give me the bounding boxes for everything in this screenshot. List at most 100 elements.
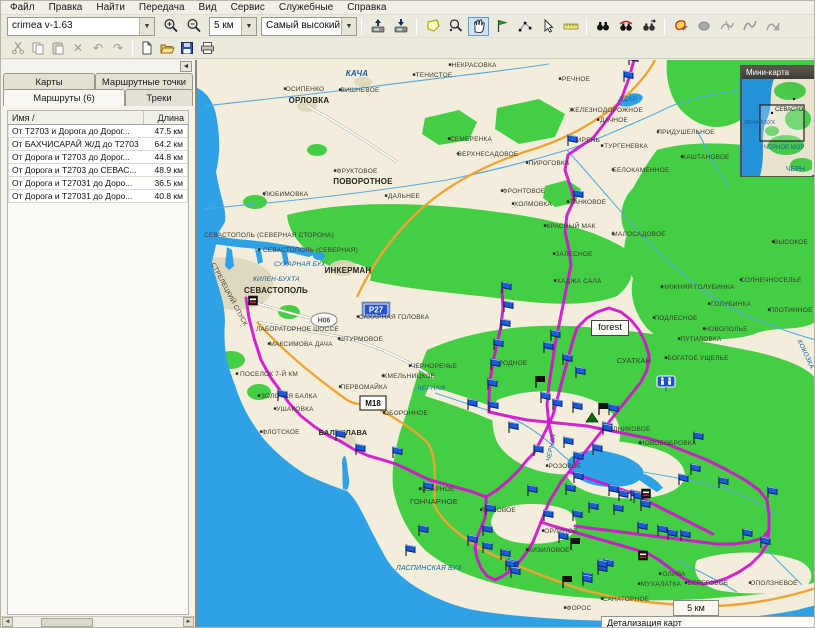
map-canvas[interactable]: Р27М18Н06КАЧАОРЛОВКАОСИПЕНКОВИШНЕВОЕТЕНИ… bbox=[197, 60, 814, 627]
map-label: ОБОРОННОЕ bbox=[384, 410, 429, 417]
redo-button[interactable]: ↷ bbox=[109, 40, 127, 57]
menu-utilities[interactable]: Служебные bbox=[272, 1, 340, 14]
tab-routes[interactable]: Маршруты (6) bbox=[3, 89, 125, 106]
map-label: ПЕРВОМАЙКА bbox=[340, 382, 388, 391]
cut-button[interactable] bbox=[9, 40, 27, 57]
smooth-curve-button[interactable] bbox=[739, 17, 760, 36]
zoom-select-button[interactable] bbox=[445, 17, 466, 36]
zoom-in-button[interactable] bbox=[160, 17, 181, 36]
find-button[interactable] bbox=[592, 17, 613, 36]
map-label: САНАТОРНОЕ bbox=[603, 596, 650, 603]
copy-button[interactable] bbox=[29, 40, 47, 57]
binoculars-grey-icon bbox=[641, 18, 657, 34]
menu-file[interactable]: Файл bbox=[3, 1, 42, 14]
route-name[interactable]: От Дорога и Т27031 до Доро... bbox=[9, 190, 141, 202]
floppy-disk-icon bbox=[180, 41, 194, 55]
tab-maps[interactable]: Карты bbox=[3, 73, 95, 90]
chevron-down-icon[interactable]: ▼ bbox=[341, 18, 356, 35]
map-select[interactable]: crimea v-1.63 ▼ bbox=[7, 17, 155, 36]
map-label: ПЛОТИННОЕ bbox=[769, 307, 813, 314]
panel-hscrollbar[interactable]: ◄ ► bbox=[1, 616, 195, 627]
new-file-button[interactable] bbox=[138, 40, 156, 57]
pointer-tool-button[interactable] bbox=[537, 17, 558, 36]
find-address-button[interactable] bbox=[615, 17, 636, 36]
map-label: МАЛОСАДОВОЕ bbox=[612, 231, 666, 238]
save-file-button[interactable] bbox=[178, 40, 196, 57]
download-from-device-button[interactable] bbox=[390, 17, 411, 36]
column-length[interactable]: Длина bbox=[144, 111, 188, 124]
split-object-button[interactable] bbox=[716, 17, 737, 36]
tab-waypoints[interactable]: Маршрутные точки bbox=[95, 73, 193, 90]
route-row[interactable]: От Дорога и Т2703 до Дорог...44.8 км bbox=[8, 151, 188, 164]
route-name[interactable]: От Дорога и Т2703 до Дорог... bbox=[9, 151, 141, 163]
menu-service[interactable]: Сервис bbox=[224, 1, 272, 14]
menu-edit[interactable]: Правка bbox=[42, 1, 90, 14]
minimap-panel[interactable]: Мини-карта СЕВАСТО ЛЕНАЯ БУХ bbox=[740, 65, 814, 177]
route-length: 47.5 км bbox=[141, 125, 187, 137]
map-label: СЕВАСТОПОЛЬ (СЕВЕРНАЯ СТОРОНА) bbox=[204, 232, 334, 239]
station-icon[interactable] bbox=[639, 551, 648, 560]
panel-collapse-button[interactable]: ◄ bbox=[180, 61, 192, 72]
map-label: ЧЕРНАЯ bbox=[417, 385, 445, 392]
chevron-down-icon[interactable]: ▼ bbox=[241, 18, 256, 35]
find-next-button[interactable] bbox=[638, 17, 659, 36]
add-waypoint-button[interactable] bbox=[491, 17, 512, 36]
menu-view[interactable]: Вид bbox=[192, 1, 224, 14]
menu-find[interactable]: Найти bbox=[89, 1, 132, 14]
print-button[interactable] bbox=[198, 40, 216, 57]
map-label: БЕЛОКАМЕННОЕ bbox=[613, 167, 670, 174]
measure-tool-button[interactable] bbox=[560, 17, 581, 36]
map-select-value: crimea v-1.63 bbox=[8, 18, 139, 35]
map-svg[interactable]: Р27М18Н06КАЧАОРЛОВКАОСИПЕНКОВИШНЕВОЕТЕНИ… bbox=[197, 60, 814, 627]
map-label: НИЖНЯЯ ГОЛУБИНКА bbox=[662, 284, 735, 291]
scale-select[interactable]: 5 км ▼ bbox=[209, 17, 257, 36]
menu-transfer[interactable]: Передача bbox=[132, 1, 192, 14]
route-name[interactable]: От БАХЧИСАРАЙ Ж/Д до Т2703 bbox=[9, 138, 141, 150]
scroll-left-icon[interactable]: ◄ bbox=[2, 617, 13, 627]
toolbar-edit: ✕ ↶ ↷ bbox=[1, 38, 814, 59]
open-file-button[interactable] bbox=[158, 40, 176, 57]
map-label: УШАКОВКА bbox=[276, 406, 314, 413]
select-region-button[interactable] bbox=[422, 17, 443, 36]
route-name[interactable]: От Т2703 и Дорога до Дорог... bbox=[9, 125, 141, 137]
toolbar-separator bbox=[132, 40, 133, 57]
chevron-down-icon[interactable]: ▼ bbox=[139, 18, 154, 35]
column-name[interactable]: Имя / bbox=[8, 111, 144, 124]
menu-help[interactable]: Справка bbox=[340, 1, 393, 14]
detail-select[interactable]: Самый высокий ▼ bbox=[261, 17, 357, 36]
route-row[interactable]: От Т2703 и Дорога до Дорог...47.5 км bbox=[8, 125, 188, 138]
map-label: ВДХР bbox=[619, 96, 638, 103]
grey-blob-icon bbox=[696, 18, 712, 34]
map-label: НОВОПОЛЬЕ bbox=[704, 326, 748, 333]
edit-route-button[interactable] bbox=[514, 17, 535, 36]
draw-object-button[interactable] bbox=[670, 17, 691, 36]
trim-object-button[interactable] bbox=[693, 17, 714, 36]
station-icon[interactable] bbox=[249, 296, 258, 305]
map-label: СЕВАСТОПОЛЬ bbox=[244, 286, 308, 295]
routes-list-header[interactable]: Имя / Длина bbox=[8, 111, 188, 125]
map-label: РЕЧНОЕ bbox=[562, 76, 591, 83]
route-row[interactable]: От Дорога и Т27031 до Доро...36.5 км bbox=[8, 177, 188, 190]
scroll-right-icon[interactable]: ► bbox=[183, 617, 194, 627]
upload-to-device-button[interactable] bbox=[367, 17, 388, 36]
route-name[interactable]: От Дорога и Т27031 до Доро... bbox=[9, 177, 141, 189]
paste-button[interactable] bbox=[49, 40, 67, 57]
zoom-out-button[interactable] bbox=[183, 17, 204, 36]
station-icon[interactable] bbox=[642, 489, 651, 498]
scrollbar-thumb[interactable] bbox=[41, 618, 93, 627]
route-row[interactable]: От Дорога и Т27031 до Доро...40.8 км bbox=[8, 190, 188, 203]
pan-tool-button[interactable] bbox=[468, 17, 489, 36]
delete-button[interactable]: ✕ bbox=[69, 40, 87, 57]
minimap-svg[interactable]: СЕВАСТО ЛЕНАЯ БУХ ЧЕРНОЕ МОР ЧЕРН bbox=[742, 79, 812, 176]
map-label: ПРИДУШЕЛЬНОЕ bbox=[657, 129, 715, 136]
route-row[interactable]: От БАХЧИСАРАЙ Ж/Д до Т270364.2 км bbox=[8, 138, 188, 151]
route-row[interactable]: От Дорога и Т2703 до СЕВАС...48.9 км bbox=[8, 164, 188, 177]
tab-tracks[interactable]: Треки bbox=[125, 89, 193, 106]
clipboard-icon bbox=[51, 41, 65, 55]
map-label: СОЛНЕЧНОСЕЛЬЕ bbox=[740, 277, 802, 284]
route-name[interactable]: От Дорога и Т2703 до СЕВАС... bbox=[9, 164, 141, 176]
undo-button[interactable]: ↶ bbox=[89, 40, 107, 57]
edit-curve-button[interactable] bbox=[762, 17, 783, 36]
toolbar-separator bbox=[416, 18, 417, 35]
map-label: ХОЛМОВКА bbox=[514, 201, 552, 208]
